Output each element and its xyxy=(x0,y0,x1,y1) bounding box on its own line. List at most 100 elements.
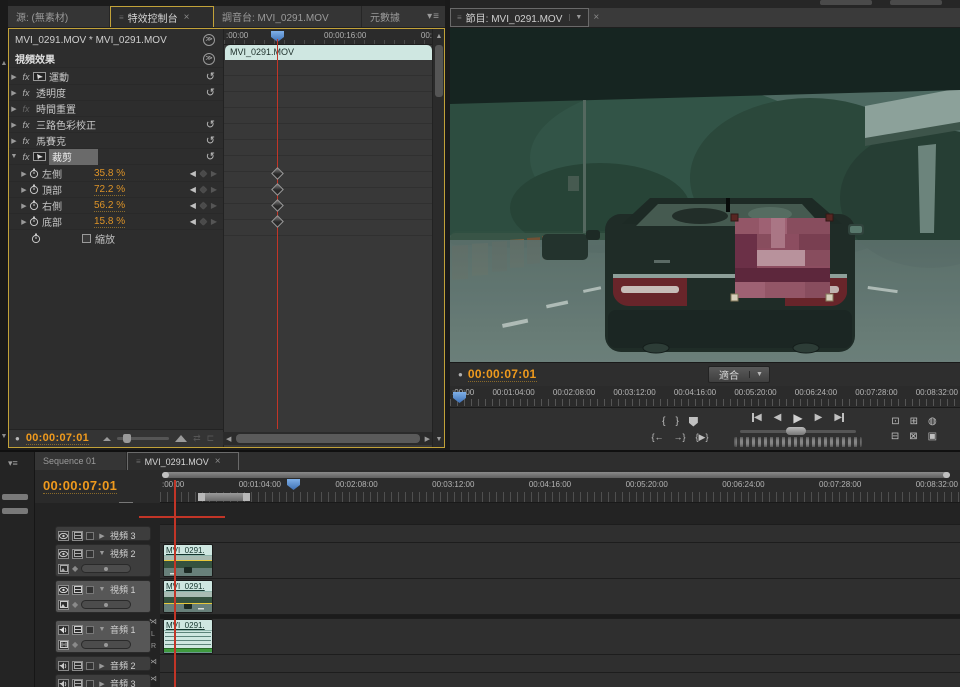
output-settings-button[interactable]: ◍ xyxy=(928,416,937,428)
viewbar-handle[interactable] xyxy=(162,472,169,478)
reset-icon[interactable]: ↺ xyxy=(206,118,215,131)
work-area-bar[interactable] xyxy=(198,493,250,501)
sync-lock-button[interactable] xyxy=(72,661,83,671)
prev-keyframe-icon[interactable]: ◀ xyxy=(190,217,196,226)
track-lane-a1[interactable]: MVI_0291. xyxy=(160,619,960,655)
scroll-up-icon[interactable]: ▲ xyxy=(0,60,8,67)
param-row-left[interactable]: ▶ 左側 35.8 % ◀◆▶ xyxy=(9,166,223,182)
chevron-down-icon[interactable]: ▼ xyxy=(569,14,582,21)
add-keyframe-icon[interactable]: ◆ xyxy=(200,216,207,227)
prev-keyframe-icon[interactable]: ◀ xyxy=(190,185,196,194)
go-to-next-edit-button[interactable]: ▶ xyxy=(834,412,844,424)
toggle-track-output-button[interactable] xyxy=(58,661,69,671)
track-header-v2[interactable]: ▼ 視頻 2 ◆ xyxy=(55,544,151,577)
stopwatch-icon[interactable] xyxy=(29,216,39,227)
scroll-left-icon[interactable]: ◀ xyxy=(223,435,234,443)
track-header-v1[interactable]: ▼ 視頻 1 ◆ xyxy=(55,580,151,613)
effect-row-mosaic[interactable]: ▶ fx 馬賽克 ↺ xyxy=(9,133,223,149)
chevron-down-icon[interactable]: ▼ xyxy=(97,550,107,557)
track-lock-toggle[interactable] xyxy=(86,586,94,594)
next-keyframe-icon[interactable]: ▶ xyxy=(211,217,217,226)
set-display-style-button[interactable] xyxy=(58,600,69,610)
show-keyframes-icon[interactable]: ◆ xyxy=(72,600,78,609)
toggle-track-output-button[interactable] xyxy=(58,625,69,635)
reset-icon[interactable]: ↺ xyxy=(206,86,215,99)
tab-sequence-01[interactable]: Sequence 01 xyxy=(35,452,127,470)
chevron-right-icon[interactable]: ▶ xyxy=(9,137,19,145)
reset-icon[interactable]: ↺ xyxy=(206,134,215,147)
shuttle-slider[interactable] xyxy=(740,430,856,433)
export-frame-button[interactable]: ▣ xyxy=(928,431,937,443)
ecp-timecode[interactable]: 00:00:07:01 xyxy=(26,432,89,445)
param-row-scale[interactable]: 縮放 xyxy=(9,230,223,246)
step-forward-button[interactable]: ▶ xyxy=(815,412,823,424)
close-icon[interactable]: × xyxy=(215,456,221,467)
prev-keyframe-icon[interactable]: ◀ xyxy=(190,169,196,178)
track-lock-toggle[interactable] xyxy=(86,550,94,558)
scroll-down-icon[interactable]: ▼ xyxy=(0,433,8,440)
chevron-right-icon[interactable]: ▶ xyxy=(97,662,107,670)
chevron-right-icon[interactable]: ▶ xyxy=(9,89,19,97)
param-row-right[interactable]: ▶ 右側 56.2 % ◀◆▶ xyxy=(9,198,223,214)
track-header-a1[interactable]: ▼ 音頻 1 ◆ xyxy=(55,620,151,653)
chevron-right-icon[interactable]: ▶ xyxy=(19,218,29,226)
tab-effect-controls[interactable]: ≡ 特效控制台 × xyxy=(110,6,214,27)
close-icon[interactable]: × xyxy=(184,12,190,23)
track-lane-v3[interactable] xyxy=(160,525,960,543)
go-to-previous-edit-button[interactable]: ◀ xyxy=(752,412,762,424)
chevron-right-icon[interactable]: ▶ xyxy=(9,73,19,81)
track-header-v3[interactable]: ▶ 視頻 3 xyxy=(55,526,151,541)
chevron-down-icon[interactable]: ▼ xyxy=(9,153,19,160)
sync-lock-button[interactable] xyxy=(72,531,83,541)
chevron-right-icon[interactable]: ▶ xyxy=(97,532,107,540)
track-lane-a3[interactable] xyxy=(160,673,960,687)
go-to-out-button[interactable]: →} xyxy=(674,431,686,443)
mark-out-button[interactable]: } xyxy=(676,416,679,428)
tab-source[interactable]: 源: (無素材) xyxy=(8,6,110,27)
sync-lock-button[interactable] xyxy=(72,679,83,687)
loop-button[interactable]: ⊡ xyxy=(891,416,899,428)
extract-button[interactable]: ⊠ xyxy=(909,431,917,443)
set-display-style-button[interactable] xyxy=(58,564,69,574)
program-video-frame[interactable] xyxy=(450,28,960,362)
chevron-right-icon[interactable]: ▶ xyxy=(19,186,29,194)
chevron-right-icon[interactable]: ▶ xyxy=(9,105,19,113)
work-area-handle[interactable] xyxy=(243,493,250,501)
add-keyframe-icon[interactable]: ◆ xyxy=(200,200,207,211)
keyframe-capsule[interactable] xyxy=(81,564,131,573)
track-header-a3[interactable]: ▶ 音頻 3 xyxy=(55,674,151,687)
timeline-ruler-zone[interactable]: :00:00 00:01:04:00 00:02:08:00 00:03:12:… xyxy=(160,470,960,503)
track-lock-toggle[interactable] xyxy=(86,662,94,670)
show-keyframes-icon[interactable]: ◆ xyxy=(72,564,78,573)
stopwatch-icon[interactable] xyxy=(29,184,39,195)
panel-menu-icon[interactable]: ▾ ≡ xyxy=(421,6,445,27)
chevron-right-icon[interactable]: ▶ xyxy=(97,680,107,687)
reset-icon[interactable]: ↺ xyxy=(206,70,215,83)
viewing-area-bar[interactable] xyxy=(162,472,950,478)
step-back-button[interactable]: ◀ xyxy=(774,412,782,424)
tab-metadata[interactable]: 元數據 xyxy=(362,6,420,27)
show-keyframes-icon[interactable]: ◆ xyxy=(72,640,78,649)
toggle-track-output-button[interactable] xyxy=(58,531,69,541)
track-lock-toggle[interactable] xyxy=(86,532,94,540)
chevron-right-icon[interactable]: ▶ xyxy=(19,170,29,178)
toggle-track-output-button[interactable] xyxy=(58,585,69,595)
viewbar-handle[interactable] xyxy=(943,472,950,478)
ecp-zoom-slider[interactable] xyxy=(117,437,169,440)
go-to-in-button[interactable]: {← xyxy=(652,431,664,443)
opacity-rubber-band[interactable] xyxy=(164,560,212,561)
chevron-down-icon[interactable]: ▼ xyxy=(97,626,107,633)
clip-a1[interactable]: MVI_0291. xyxy=(163,619,213,654)
close-icon[interactable]: × xyxy=(593,12,599,23)
next-keyframe-icon[interactable]: ▶ xyxy=(211,201,217,210)
track-lock-toggle[interactable] xyxy=(86,680,94,687)
next-keyframe-icon[interactable]: ▶ xyxy=(211,169,217,178)
track-lane-v2[interactable]: MVI_0291. xyxy=(160,543,960,579)
fit-dropdown[interactable]: 適合 ▼ xyxy=(708,366,770,383)
next-keyframe-icon[interactable]: ▶ xyxy=(211,185,217,194)
track-lane-v1[interactable]: MVI_0291. xyxy=(160,579,960,615)
toggle-track-output-button[interactable] xyxy=(58,549,69,559)
track-header-a2[interactable]: ▶ 音頻 2 xyxy=(55,656,151,671)
keyframe-capsule[interactable] xyxy=(81,600,131,609)
chevron-down-icon[interactable]: ▼ xyxy=(97,586,107,593)
